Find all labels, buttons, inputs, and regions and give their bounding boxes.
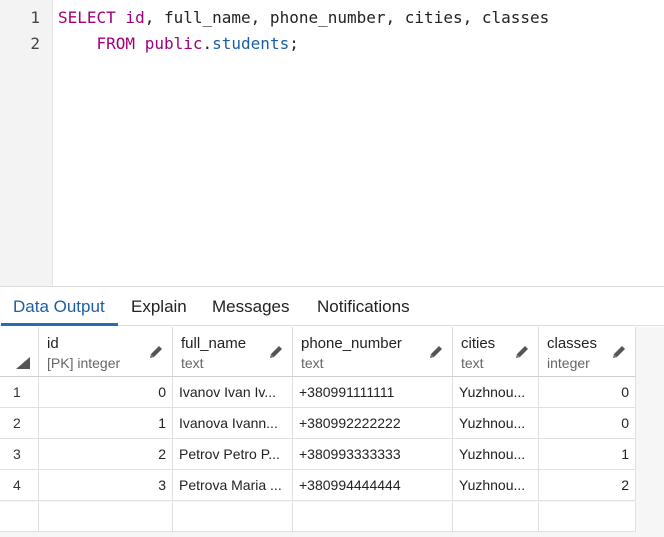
sql-editor[interactable]: 1 2 SELECT id, full_name, phone_number, … [0,0,664,286]
column-type: text [181,355,204,371]
pencil-icon[interactable] [514,344,530,360]
column-type: integer [547,355,590,371]
column-header-phone-number[interactable]: phone_number text [293,327,453,377]
code-line-2[interactable]: FROM public.students; [58,34,299,53]
empty-cell[interactable] [173,502,293,532]
cell-id[interactable]: 3 [39,470,173,501]
cell-phone-number[interactable]: +380994444444 [293,470,453,501]
column-header-id[interactable]: id [PK] integer [39,327,173,377]
tab-data-output[interactable]: Data Output [1,287,118,326]
column-header-full-name[interactable]: full_name text [173,327,293,377]
empty-cell[interactable] [0,502,39,532]
cell-id[interactable]: 1 [39,408,173,439]
cell-classes[interactable]: 0 [539,377,636,408]
row-number[interactable]: 3 [0,439,39,470]
cell-full-name[interactable]: Petrov Petro P... [173,439,293,470]
cell-classes[interactable]: 0 [539,408,636,439]
column-header-classes[interactable]: classes integer [539,327,636,377]
column-name: id [47,335,59,352]
empty-cell[interactable] [539,502,636,532]
empty-cell[interactable] [453,502,539,532]
column-type: text [461,355,484,371]
row-number[interactable]: 2 [0,408,39,439]
semicolon: ; [289,34,299,53]
output-tabbar: Data Output Explain Messages Notificatio… [0,286,664,326]
cell-classes[interactable]: 1 [539,439,636,470]
column-name: full_name [181,335,247,352]
table-row[interactable]: 1 0 Ivanov Ivan Iv... +380991111111 Yuzh… [0,377,636,408]
corner-triangle-icon [16,357,30,369]
table-row[interactable]: 4 3 Petrova Maria ... +380994444444 Yuzh… [0,470,636,501]
line-number: 2 [30,34,40,53]
line-number: 1 [30,8,40,27]
select-all-corner[interactable] [0,327,39,377]
keyword-from: FROM [96,34,136,53]
cell-phone-number[interactable]: +380993333333 [293,439,453,470]
cell-full-name[interactable]: Ivanov Ivan Iv... [173,377,293,408]
pencil-icon[interactable] [611,344,627,360]
column-header-cities[interactable]: cities text [453,327,539,377]
tab-messages[interactable]: Messages [200,287,301,326]
tab-explain[interactable]: Explain [119,287,199,326]
code-line-1[interactable]: SELECT id, full_name, phone_number, citi… [58,8,549,27]
new-row-placeholder[interactable] [0,502,636,532]
column-name: phone_number [301,335,402,352]
dot: . [202,34,213,53]
grid-empty-area [636,377,664,537]
row-number[interactable]: 4 [0,470,39,501]
column-type: [PK] integer [47,355,121,371]
empty-cell[interactable] [293,502,453,532]
cell-phone-number[interactable]: +380991111111 [293,377,453,408]
cell-cities[interactable]: Yuzhnou... [453,408,539,439]
cell-id[interactable]: 0 [39,377,173,408]
cell-phone-number[interactable]: +380992222222 [293,408,453,439]
row-number[interactable]: 1 [0,377,39,408]
schema-name: public [144,34,203,53]
table-row[interactable]: 3 2 Petrov Petro P... +380993333333 Yuzh… [0,439,636,470]
column-type: text [301,355,324,371]
table-name: students [212,34,290,53]
empty-cell[interactable] [39,502,173,532]
pencil-icon[interactable] [428,344,444,360]
cell-classes[interactable]: 2 [539,470,636,501]
cell-full-name[interactable]: Ivanova Ivann... [173,408,293,439]
cell-cities[interactable]: Yuzhnou... [453,377,539,408]
cell-full-name[interactable]: Petrova Maria ... [173,470,293,501]
pencil-icon[interactable] [268,344,284,360]
data-output-grid: id [PK] integer full_name text phone_num… [0,327,664,537]
column-list: , full_name, phone_number, cities, class… [144,8,550,27]
table-row[interactable]: 2 1 Ivanova Ivann... +380992222222 Yuzhn… [0,408,636,439]
tab-notifications[interactable]: Notifications [305,287,422,326]
cell-cities[interactable]: Yuzhnou... [453,439,539,470]
column-name: classes [547,335,598,352]
pencil-icon[interactable] [148,344,164,360]
keyword-select: SELECT [58,8,116,27]
cell-id[interactable]: 2 [39,439,173,470]
cell-cities[interactable]: Yuzhnou... [453,470,539,501]
identifier-id: id [115,8,145,27]
column-name: cities [461,335,496,352]
